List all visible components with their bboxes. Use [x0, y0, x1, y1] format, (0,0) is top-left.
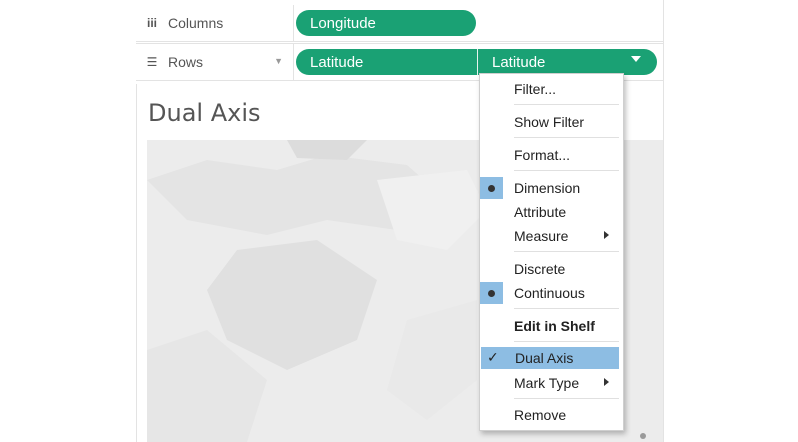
selected-bullet-icon — [480, 282, 503, 304]
pill-context-menu: Filter... Show Filter Format... Dimensio… — [479, 73, 624, 431]
menu-item-label: Dimension — [514, 180, 581, 196]
menu-item-show-filter[interactable]: Show Filter — [480, 111, 623, 133]
menu-item-label: Mark Type — [514, 375, 580, 391]
sheet-title: Dual Axis — [148, 99, 261, 127]
menu-separator — [514, 308, 619, 309]
rows-label: Rows — [168, 54, 204, 70]
menu-item-label: Show Filter — [514, 114, 585, 130]
submenu-arrow-icon — [604, 378, 609, 386]
menu-item-continuous[interactable]: Continuous — [480, 282, 623, 304]
menu-separator — [514, 170, 619, 171]
latitude-pill-2[interactable]: Latitude — [477, 49, 657, 75]
chevron-down-icon[interactable]: ▼ — [274, 56, 283, 66]
rows-shelf-label: ☰ Rows ▼ — [136, 44, 294, 80]
menu-item-label: Filter... — [514, 81, 557, 97]
latitude-pill-1[interactable]: Latitude — [296, 49, 478, 75]
menu-item-label: Dual Axis — [515, 350, 574, 366]
menu-item-label: Discrete — [514, 261, 566, 277]
menu-item-label: Continuous — [514, 285, 585, 301]
menu-item-label: Format... — [514, 147, 571, 163]
menu-item-attribute[interactable]: Attribute — [480, 201, 623, 223]
menu-item-remove[interactable]: Remove — [480, 404, 623, 426]
dropdown-arrow-icon[interactable] — [631, 56, 641, 62]
menu-separator — [514, 341, 619, 342]
pane-divider — [663, 0, 664, 442]
pill-label: Longitude — [310, 14, 376, 32]
columns-label: Columns — [168, 15, 224, 31]
menu-item-label: Edit in Shelf — [514, 318, 595, 334]
pill-label: Latitude — [310, 53, 364, 71]
menu-item-label: Attribute — [514, 204, 567, 220]
menu-item-mark-type[interactable]: Mark Type — [480, 372, 623, 394]
menu-separator — [514, 251, 619, 252]
menu-separator — [514, 104, 619, 105]
selected-bullet-icon — [480, 177, 503, 199]
menu-item-edit-in-shelf[interactable]: Edit in Shelf — [480, 315, 623, 337]
menu-item-format[interactable]: Format... — [480, 144, 623, 166]
columns-shelf-label: iii Columns — [136, 5, 294, 41]
menu-item-filter[interactable]: Filter... — [480, 78, 623, 100]
longitude-pill[interactable]: Longitude — [296, 10, 476, 36]
menu-item-label: Remove — [514, 407, 567, 423]
menu-item-dual-axis[interactable]: ✓ Dual Axis — [481, 347, 619, 369]
rows-icon: ☰ — [146, 55, 158, 69]
submenu-arrow-icon — [604, 231, 609, 239]
columns-icon: iii — [146, 16, 157, 30]
pill-label: Latitude — [492, 53, 546, 71]
check-icon: ✓ — [487, 349, 499, 365]
menu-item-discrete[interactable]: Discrete — [480, 258, 623, 280]
menu-item-measure[interactable]: Measure — [480, 225, 623, 247]
menu-item-dimension[interactable]: Dimension — [480, 177, 623, 199]
menu-item-label: Measure — [514, 228, 569, 244]
menu-separator — [514, 137, 619, 138]
menu-separator — [514, 398, 619, 399]
